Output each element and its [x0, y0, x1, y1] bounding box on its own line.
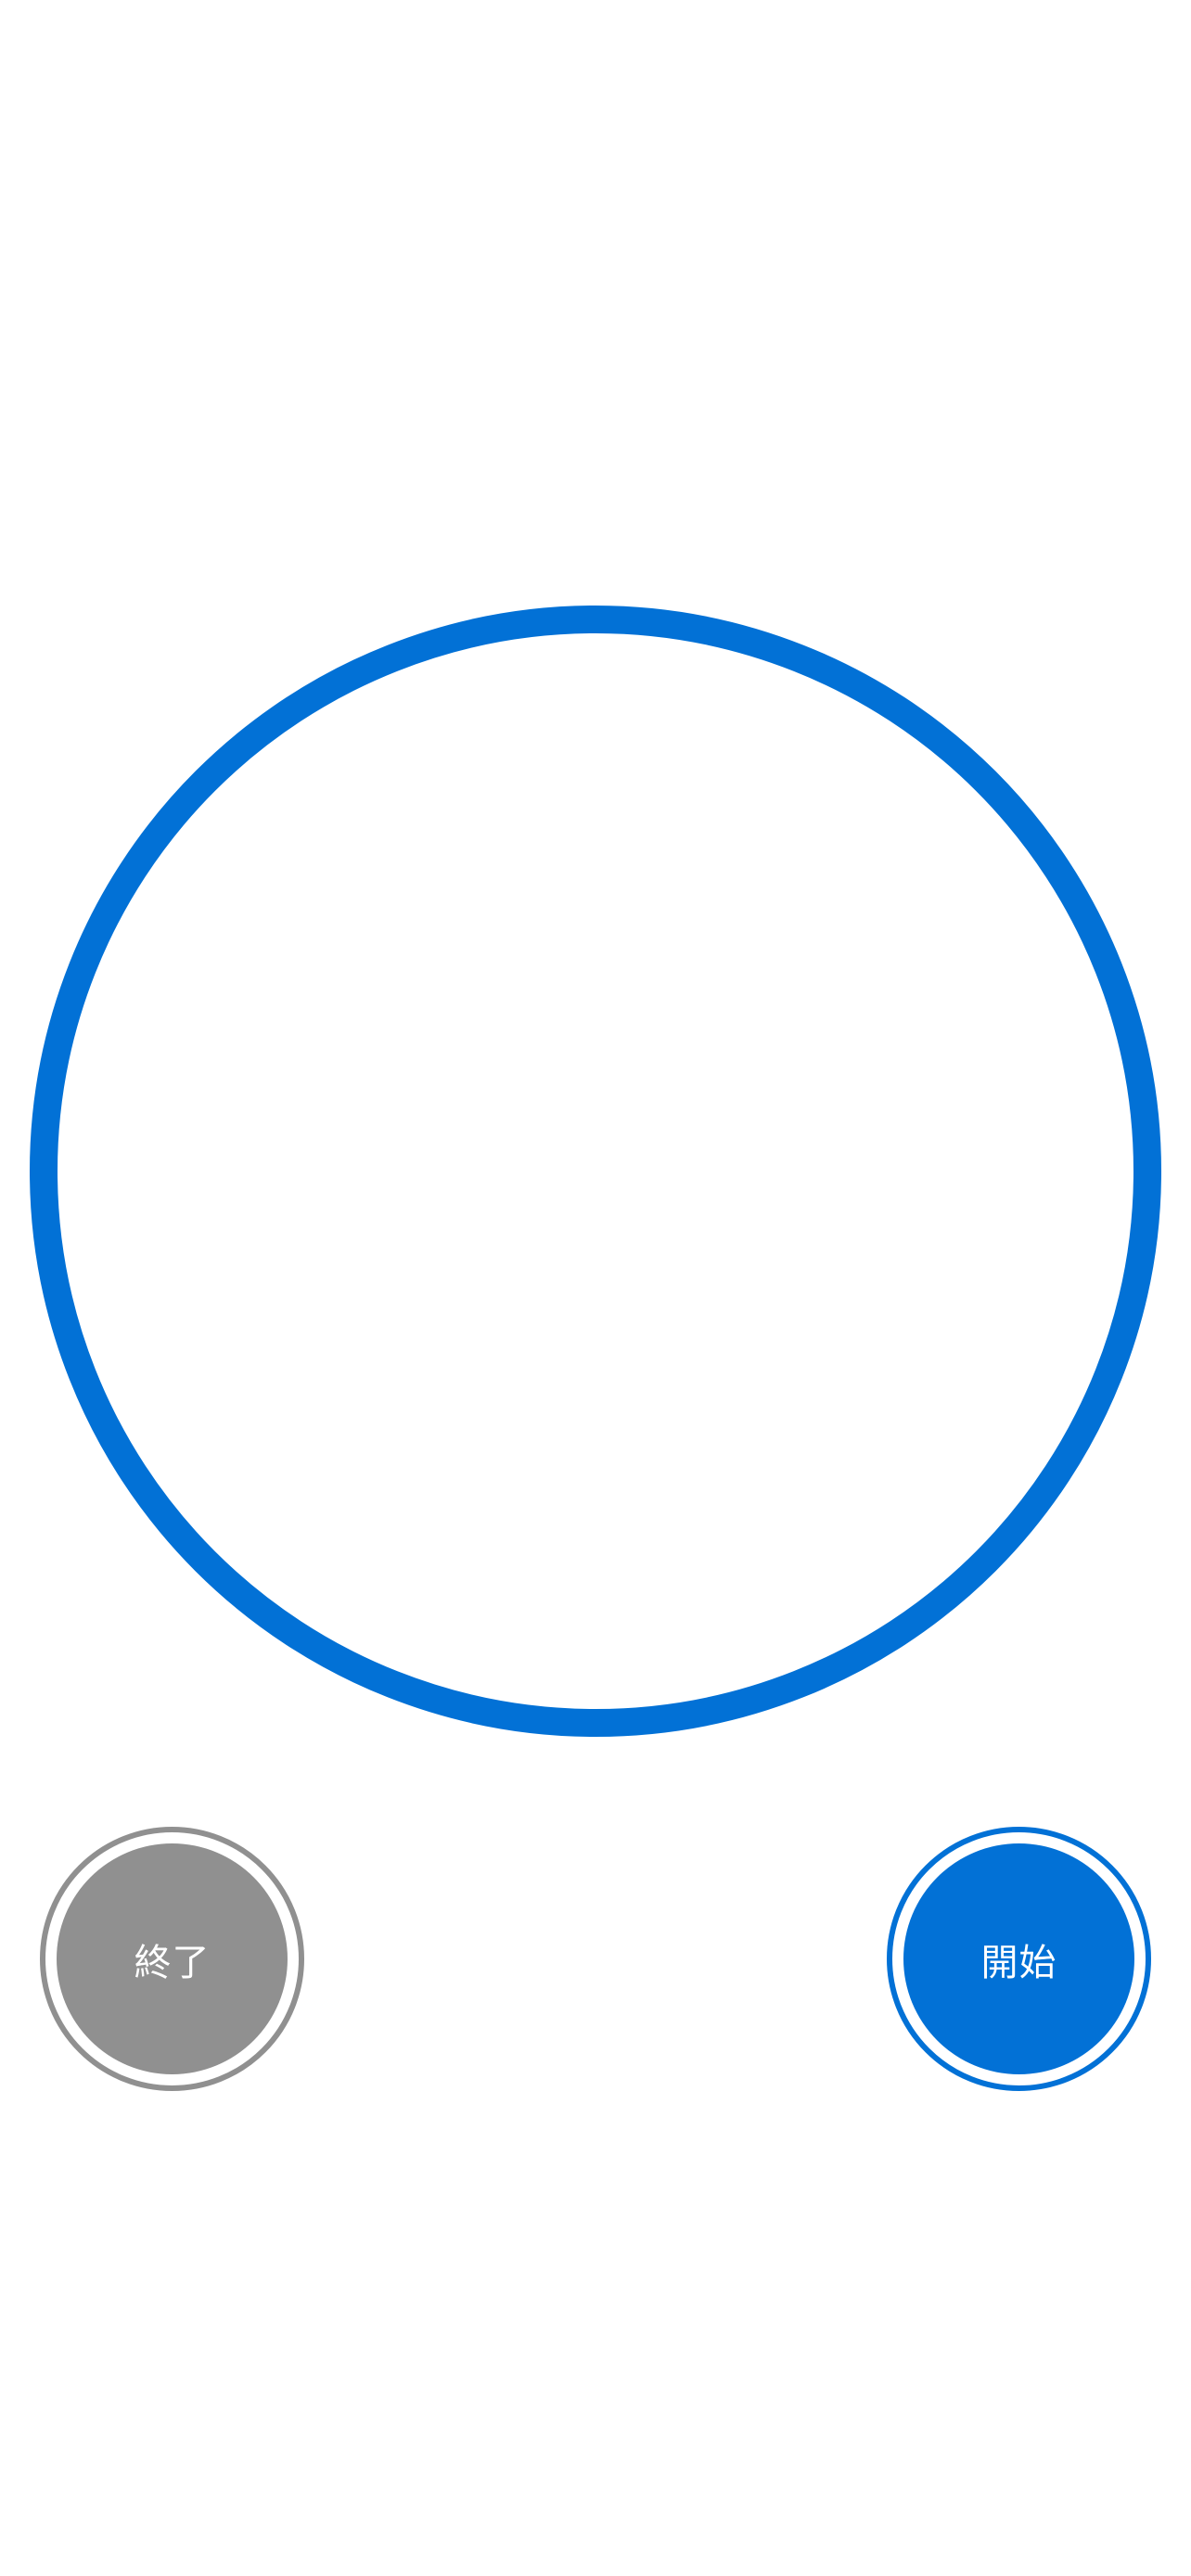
- timer-progress-ring: [30, 606, 1161, 1737]
- stop-button[interactable]: 終了: [40, 1827, 304, 2091]
- start-button-label: 開始: [980, 1941, 1057, 1984]
- stop-button-label: 終了: [134, 1941, 211, 1984]
- start-button-core: 開始: [903, 1843, 1134, 2074]
- stop-button-core: 終了: [57, 1843, 288, 2074]
- start-button[interactable]: 開始: [887, 1827, 1151, 2091]
